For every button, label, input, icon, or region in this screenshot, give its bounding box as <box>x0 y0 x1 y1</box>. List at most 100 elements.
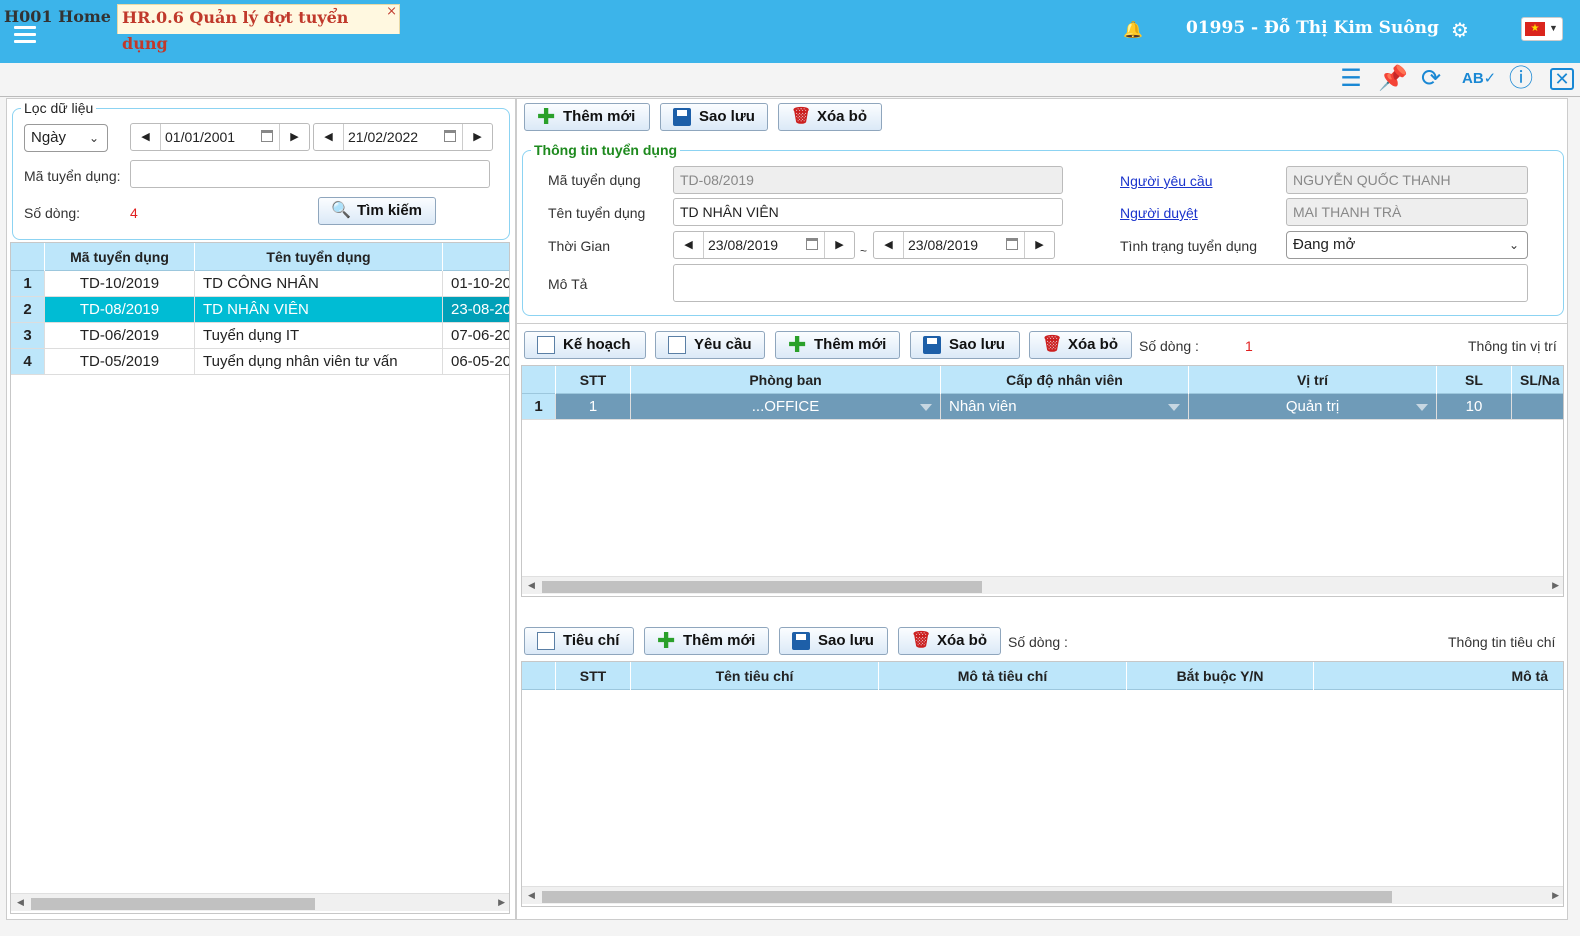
divider <box>516 323 1568 324</box>
col-description[interactable]: Mô tả <box>1314 662 1563 690</box>
table-row-selected[interactable]: 2 TD-08/2019 TD NHÂN VIÊN 23-08-20 <box>11 297 509 323</box>
col-department[interactable]: Phòng ban <box>631 366 941 394</box>
filter-date-to[interactable]: ◀ 21/02/2022 ▶ <box>313 123 493 151</box>
search-button-label: Tìm kiếm <box>357 202 423 219</box>
horizontal-scrollbar[interactable]: ◀ ▶ <box>522 886 1563 904</box>
refresh-icon[interactable]: ⟳ <box>1418 66 1444 92</box>
gear-icon[interactable]: ⚙ <box>1451 18 1469 43</box>
filter-mode-select[interactable]: Ngày ⌄ <box>24 124 108 152</box>
col-date[interactable] <box>443 243 509 271</box>
next-date-icon[interactable]: ▶ <box>1024 232 1054 258</box>
close-tab-icon[interactable]: × <box>386 0 397 25</box>
dropdown-arrow-icon[interactable] <box>1168 404 1180 411</box>
user-name[interactable]: 01995 - Đỗ Thị Kim Suông <box>1186 18 1439 38</box>
help-icon[interactable]: ⓘ <box>1508 66 1534 92</box>
add-button[interactable]: ✚ Thêm mới <box>524 103 650 131</box>
scroll-right-icon[interactable]: ▶ <box>1552 890 1559 901</box>
row-number: 1 <box>522 394 556 420</box>
tab-recruitment[interactable]: HR.0.6 Quản lý đợt tuyển dụng × <box>117 4 400 53</box>
list-icon[interactable]: ☰ <box>1338 66 1364 92</box>
scroll-thumb[interactable] <box>31 898 315 910</box>
col-criteria-name[interactable]: Tên tiêu chí <box>631 662 879 690</box>
save-position-button[interactable]: Sao lưu <box>910 331 1020 359</box>
prev-date-icon[interactable]: ◀ <box>314 124 344 150</box>
prev-date-icon[interactable]: ◀ <box>674 232 704 258</box>
scroll-left-icon[interactable]: ◀ <box>528 580 535 591</box>
delete-position-button[interactable]: 🗑 Xóa bỏ <box>1029 331 1132 359</box>
col-qty[interactable]: SL <box>1437 366 1512 394</box>
scroll-thumb[interactable] <box>542 891 1392 903</box>
horizontal-scrollbar[interactable]: ◀ ▶ <box>11 893 509 911</box>
col-position[interactable]: Vị trí <box>1189 366 1437 394</box>
filter-date-from[interactable]: ◀ 01/01/2001 ▶ <box>130 123 310 151</box>
spellcheck-icon[interactable]: AB✓ <box>1462 66 1496 92</box>
tab-home[interactable]: H001 Home <box>0 4 115 34</box>
col-stt[interactable]: STT <box>556 366 631 394</box>
dropdown-arrow-icon[interactable] <box>920 404 932 411</box>
next-date-icon[interactable]: ▶ <box>462 124 492 150</box>
delete-button[interactable]: 🗑 Xóa bỏ <box>778 103 882 131</box>
grid-header: Mã tuyển dụng Tên tuyển dụng <box>11 243 509 271</box>
calendar-icon[interactable] <box>806 238 818 250</box>
plan-button[interactable]: Kế hoạch <box>524 331 646 359</box>
next-date-icon[interactable]: ▶ <box>279 124 309 150</box>
request-button[interactable]: Yêu cầu <box>655 331 765 359</box>
next-date-icon[interactable]: ▶ <box>824 232 854 258</box>
scroll-left-icon[interactable]: ◀ <box>528 890 535 901</box>
status-select[interactable]: Đang mở ⌄ <box>1286 231 1528 259</box>
calendar-icon[interactable] <box>261 130 273 142</box>
filter-rows-label: Số dòng: <box>24 205 81 221</box>
cell-code: TD-10/2019 <box>45 271 195 297</box>
close-box-icon[interactable]: ✕ <box>1550 68 1574 90</box>
scroll-left-icon[interactable]: ◀ <box>17 897 24 908</box>
scroll-right-icon[interactable]: ▶ <box>498 897 505 908</box>
cell-position[interactable]: Quản trị <box>1189 394 1437 420</box>
info-date-from[interactable]: ◀ 23/08/2019 ▶ <box>673 231 855 259</box>
table-row[interactable]: 3 TD-06/2019 Tuyển dụng IT 07-06-20 <box>11 323 509 349</box>
requester-link[interactable]: Người yêu cầu <box>1120 173 1212 189</box>
col-criteria-desc[interactable]: Mô tả tiêu chí <box>879 662 1127 690</box>
delete-criteria-button[interactable]: 🗑 Xóa bỏ <box>898 627 1001 655</box>
criteria-button[interactable]: Tiêu chí <box>524 627 634 655</box>
cell-stt: 1 <box>556 394 631 420</box>
table-row[interactable]: 4 TD-05/2019 Tuyển dụng nhân viên tư vấn… <box>11 349 509 375</box>
language-selector[interactable]: ★ ▼ <box>1521 17 1563 41</box>
table-row[interactable]: 1 1 ...OFFICE Nhân viên Quản trị 10 <box>522 394 1563 420</box>
cell-department[interactable]: ...OFFICE <box>631 394 941 420</box>
info-date-to[interactable]: ◀ 23/08/2019 ▶ <box>873 231 1055 259</box>
col-code[interactable]: Mã tuyển dụng <box>45 243 195 271</box>
scroll-right-icon[interactable]: ▶ <box>1552 580 1559 591</box>
col-level[interactable]: Cấp độ nhân viên <box>941 366 1189 394</box>
cell-level[interactable]: Nhân viên <box>941 394 1189 420</box>
approver-link[interactable]: Người duyệt <box>1120 205 1198 221</box>
prev-date-icon[interactable]: ◀ <box>131 124 161 150</box>
dropdown-arrow-icon[interactable] <box>1416 404 1428 411</box>
col-required[interactable]: Bắt buộc Y/N <box>1127 662 1314 690</box>
calendar-icon[interactable] <box>1006 238 1018 250</box>
scroll-thumb[interactable] <box>542 581 982 593</box>
save-criteria-button[interactable]: Sao lưu <box>779 627 888 655</box>
bell-icon[interactable]: 🔔 <box>1123 20 1143 40</box>
search-button[interactable]: 🔍 Tìm kiếm <box>318 197 436 225</box>
add-criteria-button[interactable]: ✚ Thêm mới <box>644 627 769 655</box>
filter-code-input[interactable] <box>130 160 490 188</box>
add-position-button[interactable]: ✚ Thêm mới <box>775 331 900 359</box>
table-row[interactable]: 1 TD-10/2019 TD CÔNG NHÂN 01-10-20 <box>11 271 509 297</box>
col-qty-extra[interactable]: SL/Na <box>1512 366 1563 394</box>
position-rows-label: Số dòng : <box>1139 338 1199 354</box>
prev-date-icon[interactable]: ◀ <box>874 232 904 258</box>
calendar-icon[interactable] <box>444 130 456 142</box>
col-stt[interactable]: STT <box>556 662 631 690</box>
pin-icon[interactable]: 📌 <box>1378 66 1408 92</box>
cell-department-value: ...OFFICE <box>751 398 820 415</box>
plus-icon: ✚ <box>788 332 807 357</box>
info-name-input[interactable]: TD NHÂN VIÊN <box>673 198 1063 226</box>
save-button[interactable]: Sao lưu <box>660 103 768 131</box>
trash-icon: 🗑 <box>911 632 932 649</box>
save-icon <box>792 632 810 650</box>
col-name[interactable]: Tên tuyển dụng <box>195 243 443 271</box>
position-rows-value: 1 <box>1245 338 1253 354</box>
horizontal-scrollbar[interactable]: ◀ ▶ <box>522 576 1563 594</box>
info-desc-textarea[interactable] <box>673 264 1528 302</box>
row-number: 4 <box>11 349 45 375</box>
